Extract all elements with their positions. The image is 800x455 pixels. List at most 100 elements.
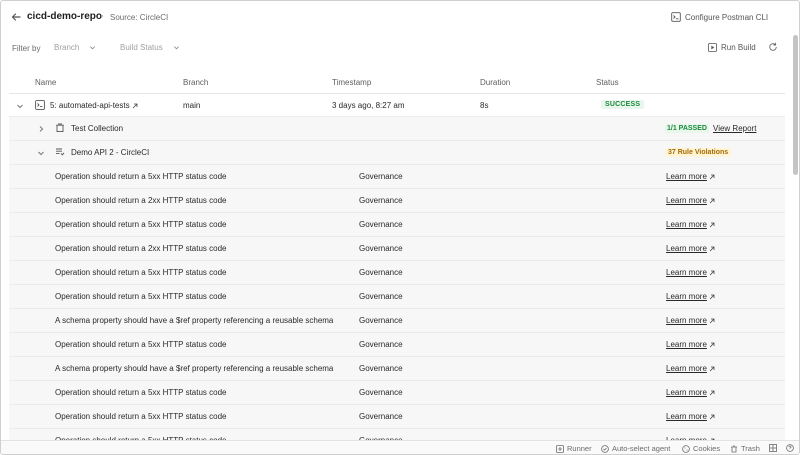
chevron-down-icon	[90, 46, 96, 50]
learn-more-label: Learn more	[666, 364, 707, 373]
table-header: Name Branch Timestamp Duration Status	[9, 70, 785, 94]
runner-icon	[556, 444, 564, 453]
collection-row[interactable]: Test Collection 1/1 PASSED View Report	[9, 117, 785, 141]
external-link-icon	[709, 342, 715, 347]
rule-operation: A schema property should have a $ref pro…	[55, 316, 334, 325]
external-link-icon	[709, 270, 715, 275]
learn-more-label: Learn more	[666, 196, 707, 205]
layout-toggle[interactable]	[769, 444, 777, 452]
rule-type: Governance	[359, 364, 403, 373]
external-link-icon	[709, 198, 715, 203]
trash-button[interactable]: Trash	[730, 444, 760, 453]
external-link-icon	[709, 366, 715, 371]
external-link-icon	[709, 414, 715, 419]
cookies-label: Cookies	[693, 444, 721, 453]
column-header-status: Status	[596, 78, 619, 87]
build-row[interactable]: 5: automated-api-tests main 3 days ago, …	[9, 94, 785, 117]
source-label: Source: CircleCI	[110, 13, 169, 22]
api-name: Demo API 2 - CircleCI	[71, 148, 150, 157]
branch-placeholder: Branch	[54, 43, 80, 52]
auto-select-label: Auto-select agent	[612, 444, 671, 453]
builds-table: Name Branch Timestamp Duration Status 5:…	[9, 70, 785, 441]
chevron-down-icon	[173, 46, 179, 50]
layout-icon	[769, 444, 777, 452]
learn-more-label: Learn more	[666, 220, 707, 229]
passed-badge: 1/1 PASSED	[665, 124, 709, 133]
rule-type: Governance	[359, 316, 403, 325]
scrollbar-thumb[interactable]	[793, 35, 798, 175]
learn-more-link[interactable]: Learn more	[666, 388, 715, 397]
learn-more-label: Learn more	[666, 292, 707, 301]
learn-more-link[interactable]: Learn more	[666, 412, 715, 421]
learn-more-link[interactable]: Learn more	[666, 268, 715, 277]
learn-more-link[interactable]: Learn more	[666, 364, 715, 373]
rule-type: Governance	[359, 196, 403, 205]
chevron-down-icon[interactable]	[16, 102, 24, 110]
column-header-duration: Duration	[480, 78, 511, 87]
build-duration: 8s	[480, 101, 489, 110]
external-link-icon	[709, 390, 715, 395]
rule-operation: Operation should return a 5xx HTTP statu…	[55, 172, 227, 181]
chevron-down-icon[interactable]	[37, 149, 45, 157]
branch-select[interactable]: Branch	[54, 43, 96, 52]
external-link-icon	[132, 103, 138, 109]
learn-more-label: Learn more	[666, 268, 707, 277]
learn-more-link[interactable]: Learn more	[666, 244, 715, 253]
rule-operation: Operation should return a 5xx HTTP statu…	[55, 412, 227, 421]
view-report-link[interactable]: View Report	[713, 124, 756, 133]
rule-violation-row: Operation should return a 5xx HTTP statu…	[9, 165, 785, 189]
rule-operation: Operation should return a 5xx HTTP statu…	[55, 292, 227, 301]
learn-more-label: Learn more	[666, 244, 707, 253]
cookies-button[interactable]: Cookies	[682, 444, 720, 453]
chevron-right-icon[interactable]	[37, 125, 45, 133]
rule-type: Governance	[359, 244, 403, 253]
rule-type: Governance	[359, 292, 403, 301]
play-icon	[708, 43, 717, 52]
rule-violation-row: Operation should return a 5xx HTTP statu…	[9, 333, 785, 357]
build-status-select[interactable]: Build Status	[120, 43, 180, 52]
rule-operation: Operation should return a 5xx HTTP statu…	[55, 268, 227, 277]
collection-icon	[56, 123, 64, 133]
api-row[interactable]: Demo API 2 - CircleCI 37 Rule Violations	[9, 141, 785, 165]
learn-more-link[interactable]: Learn more	[666, 340, 715, 349]
filter-label: Filter by	[12, 44, 41, 53]
run-build-button[interactable]: Run Build	[708, 43, 756, 52]
rule-operation: Operation should return a 5xx HTTP statu…	[55, 388, 227, 397]
back-arrow-icon[interactable]	[10, 11, 22, 23]
trash-icon	[731, 445, 737, 452]
build-name: 5: automated-api-tests	[50, 101, 130, 110]
learn-more-link[interactable]: Learn more	[666, 220, 715, 229]
build-status-placeholder: Build Status	[120, 43, 163, 52]
rule-operation: Operation should return a 2xx HTTP statu…	[55, 244, 227, 253]
rule-operation: Operation should return a 2xx HTTP statu…	[55, 196, 227, 205]
rule-type: Governance	[359, 388, 403, 397]
learn-more-link[interactable]: Learn more	[666, 196, 715, 205]
runner-label: Runner	[567, 444, 592, 453]
configure-postman-cli-button[interactable]: Configure Postman CLI	[671, 12, 768, 22]
refresh-icon[interactable]	[768, 42, 778, 52]
status-badge: SUCCESS	[601, 100, 645, 109]
external-link-icon	[709, 294, 715, 299]
learn-more-link[interactable]: Learn more	[666, 292, 715, 301]
learn-more-link[interactable]: Learn more	[666, 172, 715, 181]
learn-more-label: Learn more	[666, 388, 707, 397]
violations-badge: 37 Rule Violations	[665, 148, 732, 157]
agent-icon	[601, 444, 609, 453]
runner-button[interactable]: Runner	[556, 444, 592, 453]
configure-label: Configure Postman CLI	[685, 12, 769, 22]
run-build-label: Run Build	[721, 43, 756, 52]
app-window: cicd-demo-repo Source: CircleCI Configur…	[0, 0, 800, 455]
auto-select-agent-button[interactable]: Auto-select agent	[601, 444, 670, 453]
build-name-link[interactable]: 5: automated-api-tests	[50, 101, 138, 110]
rule-type: Governance	[359, 268, 403, 277]
rule-violation-row: Operation should return a 2xx HTTP statu…	[9, 237, 785, 261]
rule-violation-row: Operation should return a 2xx HTTP statu…	[9, 189, 785, 213]
trash-label: Trash	[741, 444, 760, 453]
learn-more-label: Learn more	[666, 316, 707, 325]
external-link-icon	[709, 222, 715, 227]
help-button[interactable]	[786, 444, 794, 452]
rule-violation-row: Operation should return a 5xx HTTP statu…	[9, 261, 785, 285]
learn-more-label: Learn more	[666, 412, 707, 421]
learn-more-link[interactable]: Learn more	[666, 316, 715, 325]
rule-operation: Operation should return a 5xx HTTP statu…	[55, 220, 227, 229]
